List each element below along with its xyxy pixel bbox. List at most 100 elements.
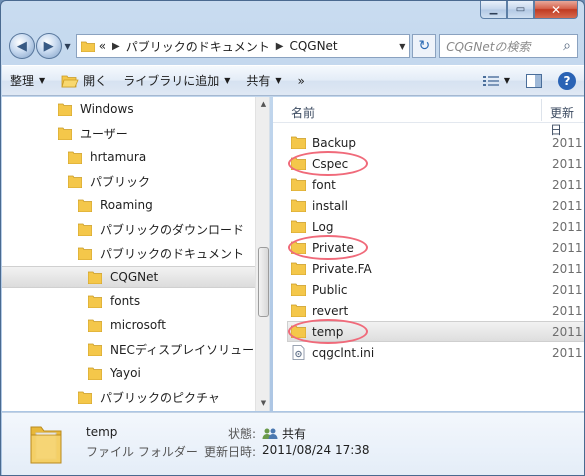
state-label: 状態: (228, 427, 257, 441)
file-row-revert[interactable]: revert 2011 (273, 300, 584, 321)
open-folder-icon (61, 75, 79, 87)
include-library-label: ライブラリに追加 (123, 74, 220, 88)
chevron-down-icon: ▼ (224, 76, 231, 85)
tree-item-public-pictures[interactable]: パブリックのピクチャ (78, 386, 220, 408)
more-commands-button[interactable]: » (290, 66, 313, 95)
file-row-log[interactable]: Log 2011 (273, 216, 584, 237)
tree-item-microsoft[interactable]: microsoft (88, 314, 166, 336)
chevron-down-icon: ▼ (39, 76, 46, 85)
back-button[interactable]: ◀ (9, 33, 35, 59)
file-row-cspec[interactable]: Cspec 2011 (273, 153, 584, 174)
crumb-separator-icon[interactable]: ▶ (276, 41, 284, 52)
scroll-down-icon[interactable]: ▼ (256, 396, 269, 411)
search-input[interactable]: CQGNetの検索 ⌕ (439, 34, 578, 58)
file-name: font (312, 177, 336, 192)
crumb-separator-icon[interactable]: ▶ (112, 41, 120, 52)
file-row-temp[interactable]: temp 2011 (273, 321, 584, 342)
folder-icon (88, 367, 102, 380)
file-date: 2011 (552, 198, 583, 213)
tree-item-label: fonts (110, 294, 141, 308)
tree-item-label: ユーザー (80, 126, 128, 141)
tree-item-label: Windows (80, 102, 134, 116)
tree-item-public[interactable]: パブリック (68, 170, 150, 192)
settings-file-icon (292, 345, 305, 360)
folder-icon (68, 175, 82, 188)
file-name: Private (312, 240, 354, 255)
minimize-button[interactable]: ▁ (480, 1, 507, 19)
file-row-backup[interactable]: Backup 2011 (273, 132, 584, 153)
explorer-window: ▁ ▭ ✕ ◀ ▶ ▼ « ▶ パブリックのドキュメント ▶ CQGNet ▼ … (0, 0, 585, 476)
address-bar[interactable]: « ▶ パブリックのドキュメント ▶ CQGNet ▼ (75, 34, 411, 58)
folder-icon (88, 295, 102, 308)
column-divider[interactable] (541, 99, 542, 121)
preview-pane-button[interactable] (518, 73, 550, 88)
selected-item-type: ファイル フォルダー (86, 445, 198, 459)
modified-value: 2011/08/24 17:38 (262, 443, 370, 457)
breadcrumb-cqgnet[interactable]: CQGNet (289, 39, 337, 53)
organize-label: 整理 (10, 74, 35, 88)
open-button[interactable]: 開く (53, 66, 115, 95)
file-name: cqgclnt.ini (312, 345, 375, 360)
file-date: 2011 (552, 177, 583, 192)
tree-item-hrtamura[interactable]: hrtamura (68, 146, 146, 168)
file-row-public[interactable]: Public 2011 (273, 279, 584, 300)
tree-item-fonts[interactable]: fonts (88, 290, 140, 312)
refresh-button[interactable]: ↻ (412, 34, 437, 58)
breadcrumb-overflow[interactable]: « (99, 39, 106, 53)
include-in-library-button[interactable]: ライブラリに追加 ▼ (115, 66, 238, 95)
folder-icon (68, 151, 82, 164)
file-row-cqgclnt-ini[interactable]: cqgclnt.ini 2011 (273, 342, 584, 363)
file-row-font[interactable]: font 2011 (273, 174, 584, 195)
file-name: Public (312, 282, 348, 297)
folder-icon (291, 199, 306, 212)
tree-item-public-downloads[interactable]: パブリックのダウンロード (78, 218, 244, 240)
search-icon[interactable]: ⌕ (563, 38, 571, 54)
folder-icon (291, 157, 306, 170)
forward-button[interactable]: ▶ (35, 33, 62, 59)
view-options-button[interactable]: ▼ (475, 75, 518, 87)
folder-icon (291, 220, 306, 233)
shared-users-icon (262, 428, 278, 439)
file-name: revert (312, 303, 349, 318)
file-date: 2011 (552, 261, 583, 276)
folder-icon (291, 178, 306, 191)
tree-item-label: hrtamura (90, 150, 147, 164)
file-name: Log (312, 219, 334, 234)
recent-pages-dropdown[interactable]: ▼ (65, 42, 71, 51)
tree-item-nec-display[interactable]: NECディスプレイソリュー (88, 338, 254, 360)
folder-icon (291, 262, 306, 275)
tree-item-label: パブリックのピクチャ (100, 390, 220, 405)
tree-item-label: パブリックのドキュメント (100, 246, 245, 261)
tree-item-cqgnet[interactable]: CQGNet (2, 266, 269, 288)
tree-item-yayoi[interactable]: Yayoi (88, 362, 141, 384)
breadcrumb-public-documents[interactable]: パブリックのドキュメント (126, 38, 270, 55)
file-date: 2011 (552, 156, 583, 171)
file-date: 2011 (552, 324, 583, 339)
address-dropdown-icon[interactable]: ▼ (399, 42, 405, 51)
tree-item-roaming[interactable]: Roaming (78, 194, 153, 216)
organize-button[interactable]: 整理 ▼ (2, 66, 53, 95)
file-date: 2011 (552, 219, 583, 234)
file-row-private[interactable]: Private 2011 (273, 237, 584, 258)
close-button[interactable]: ✕ (534, 1, 578, 19)
caption-buttons: ▁ ▭ ✕ (480, 1, 578, 19)
state-text: 共有 (282, 427, 307, 441)
nav-scrollbar[interactable]: ▲ ▼ (255, 97, 269, 411)
help-icon[interactable]: ? (558, 71, 576, 90)
file-row-private-fa[interactable]: Private.FA 2011 (273, 258, 584, 279)
folder-icon (88, 271, 102, 284)
folder-icon (78, 223, 92, 236)
refresh-icon: ↻ (418, 38, 431, 54)
file-row-install[interactable]: install 2011 (273, 195, 584, 216)
share-button[interactable]: 共有 ▼ (238, 66, 289, 95)
maximize-button[interactable]: ▭ (507, 1, 534, 19)
tree-item-public-documents[interactable]: パブリックのドキュメント (78, 242, 244, 264)
scroll-up-icon[interactable]: ▲ (256, 97, 269, 112)
scroll-thumb[interactable] (258, 247, 269, 317)
file-date: 2011 (552, 303, 583, 318)
view-list-icon (482, 75, 499, 86)
tree-item-windows[interactable]: Windows (58, 98, 134, 120)
column-name-header[interactable]: 名前 (291, 104, 315, 121)
tree-item-users[interactable]: ユーザー (58, 122, 128, 144)
forward-arrow-icon: ▶ (43, 38, 54, 54)
